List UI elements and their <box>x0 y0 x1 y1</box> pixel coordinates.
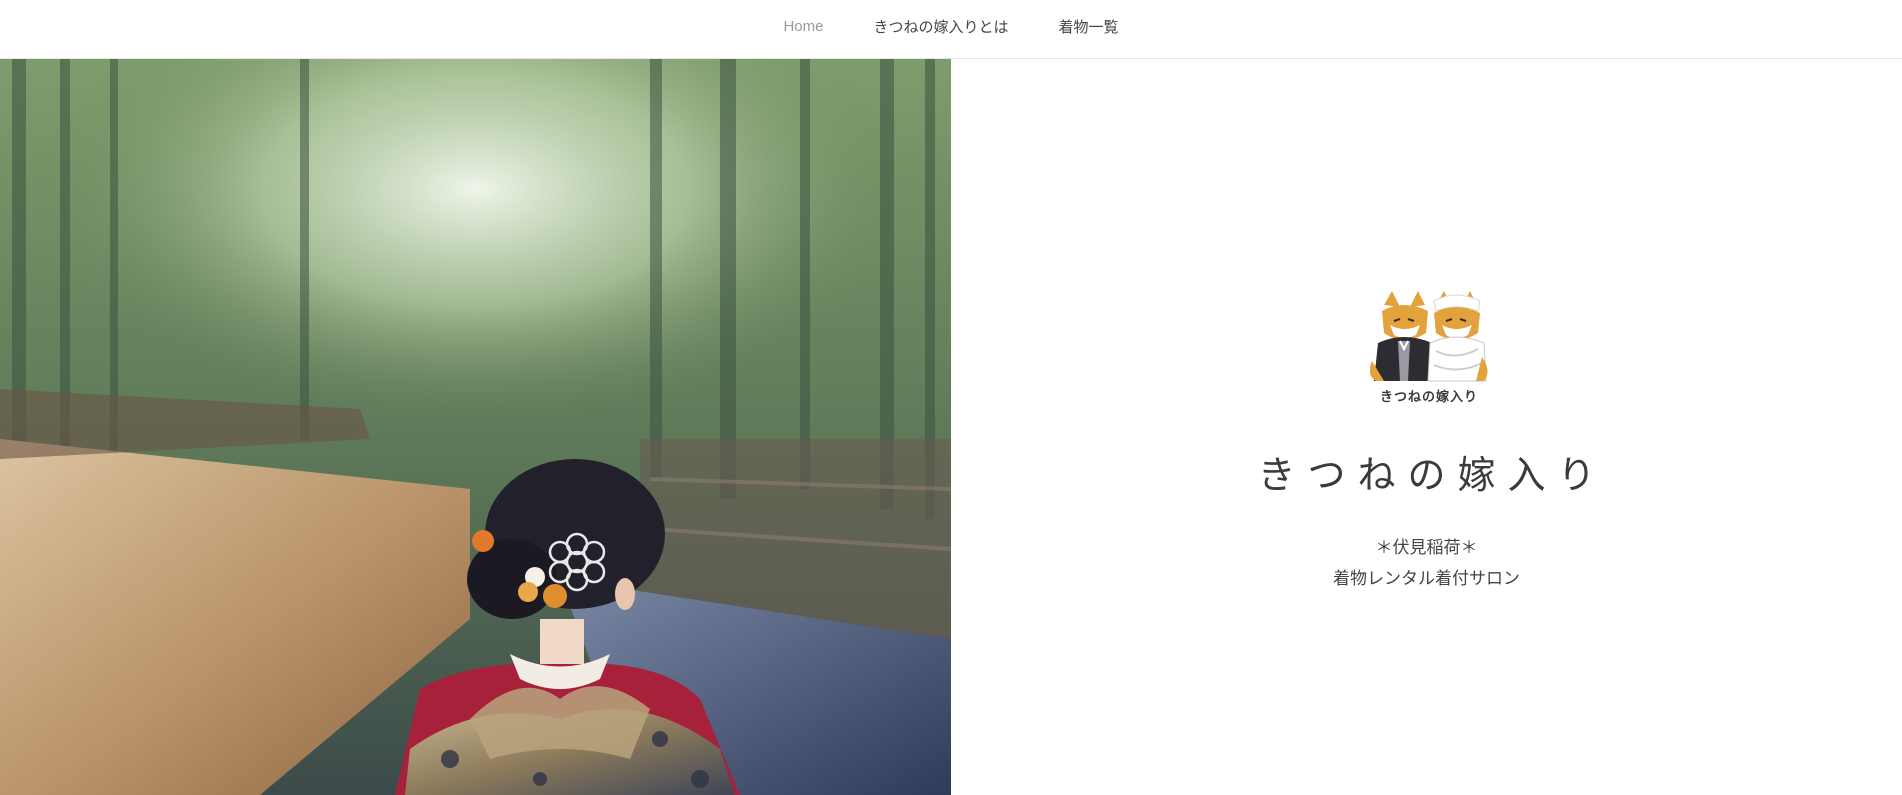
site-title: きつねの嫁入り <box>1257 453 1608 497</box>
tagline-location: ＊伏見稲荷＊ <box>1375 538 1478 558</box>
tagline-service: 着物レンタル着付サロン <box>1333 569 1520 589</box>
brand-panel: きつねの嫁入り きつねの嫁入り ＊伏見稲荷＊ 着物レンタル着付サロン <box>951 59 1902 795</box>
hero-photo <box>0 59 951 795</box>
logo-caption: きつねの嫁入り <box>1379 390 1478 405</box>
nav-item-home[interactable]: Home <box>783 18 823 35</box>
fox-couple-logo-icon: きつねの嫁入り <box>1369 291 1488 405</box>
nav-item-kimono-list[interactable]: 着物一覧 <box>1059 16 1119 37</box>
site-header: Home きつねの嫁入りとは 着物一覧 <box>0 0 1902 59</box>
nav-item-about[interactable]: きつねの嫁入りとは <box>873 16 1008 37</box>
main-nav: Home きつねの嫁入りとは 着物一覧 <box>0 0 1902 52</box>
